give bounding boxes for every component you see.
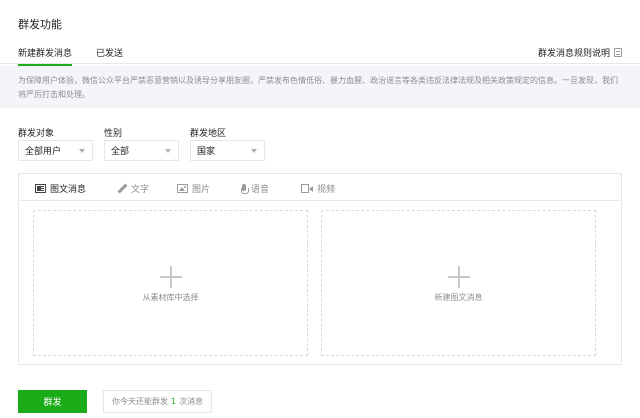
type-tab-image[interactable]: 图片 [177, 182, 210, 195]
send-quota: 你今天还能群发 1 次消息 [103, 390, 213, 413]
message-type-bar: 图文消息 文字 图片 语音 视频 [19, 174, 621, 201]
slot-label: 从素材库中选择 [142, 293, 199, 302]
plus-icon [447, 266, 470, 288]
document-icon [614, 48, 622, 57]
slot-label: 新建图文消息 [434, 293, 483, 302]
chevron-down-icon [165, 149, 171, 153]
video-icon [301, 184, 313, 193]
tab-new-broadcast[interactable]: 新建群发消息 [18, 46, 73, 66]
chevron-down-icon [251, 149, 257, 153]
create-news-slot[interactable]: 新建图文消息 [321, 210, 596, 356]
type-tab-text[interactable]: 文字 [117, 182, 149, 195]
quota-count: 1 [171, 397, 177, 406]
chevron-down-icon [79, 149, 85, 153]
filter-label-region: 群发地区 [190, 129, 227, 139]
tab-bar: 新建群发消息 已发送 群发消息规则说明 [0, 44, 640, 66]
message-editor: 图文消息 文字 图片 语音 视频 从素材库中选择 新建图文消息 [18, 173, 622, 365]
audience-select-value: 全部用户 [25, 147, 62, 157]
type-tab-voice[interactable]: 语音 [241, 182, 269, 195]
pen-icon [117, 184, 127, 194]
image-icon [177, 184, 188, 193]
type-tab-label: 语音 [251, 185, 270, 195]
page-title: 群发功能 [18, 18, 62, 31]
quota-suffix: 次消息 [179, 397, 204, 406]
send-button[interactable]: 群发 [18, 390, 87, 413]
type-tab-video[interactable]: 视频 [301, 182, 335, 195]
type-tab-label: 图文消息 [50, 185, 87, 195]
filter-label-gender: 性别 [104, 129, 123, 139]
rules-link[interactable]: 群发消息规则说明 [538, 46, 622, 59]
type-tab-label: 视频 [317, 185, 336, 195]
quota-prefix: 你今天还能群发 [112, 397, 168, 406]
region-select-value: 国家 [197, 147, 216, 157]
plus-icon [159, 266, 182, 288]
type-tab-label: 文字 [131, 185, 150, 195]
type-tab-label: 图片 [192, 185, 211, 195]
rules-link-label: 群发消息规则说明 [537, 49, 610, 59]
microphone-icon [241, 183, 249, 194]
gender-select-value: 全部 [111, 147, 130, 157]
notice-banner: 为保障用户体验，微信公众平台严禁恶意营销以及诱导分享朋友圈，严禁发布色情低俗、暴… [0, 66, 640, 108]
type-tab-news[interactable]: 图文消息 [35, 182, 86, 195]
news-icon [35, 184, 46, 193]
gender-select[interactable]: 全部 [104, 140, 179, 161]
audience-select[interactable]: 全部用户 [18, 140, 93, 161]
select-from-library-slot[interactable]: 从素材库中选择 [33, 210, 308, 356]
notice-text: 为保障用户体验，微信公众平台严禁恶意营销以及诱导分享朋友圈，严禁发布色情低俗、暴… [18, 76, 618, 99]
filter-label-audience: 群发对象 [18, 129, 55, 139]
tab-sent[interactable]: 已发送 [96, 46, 123, 59]
region-select[interactable]: 国家 [190, 140, 265, 161]
